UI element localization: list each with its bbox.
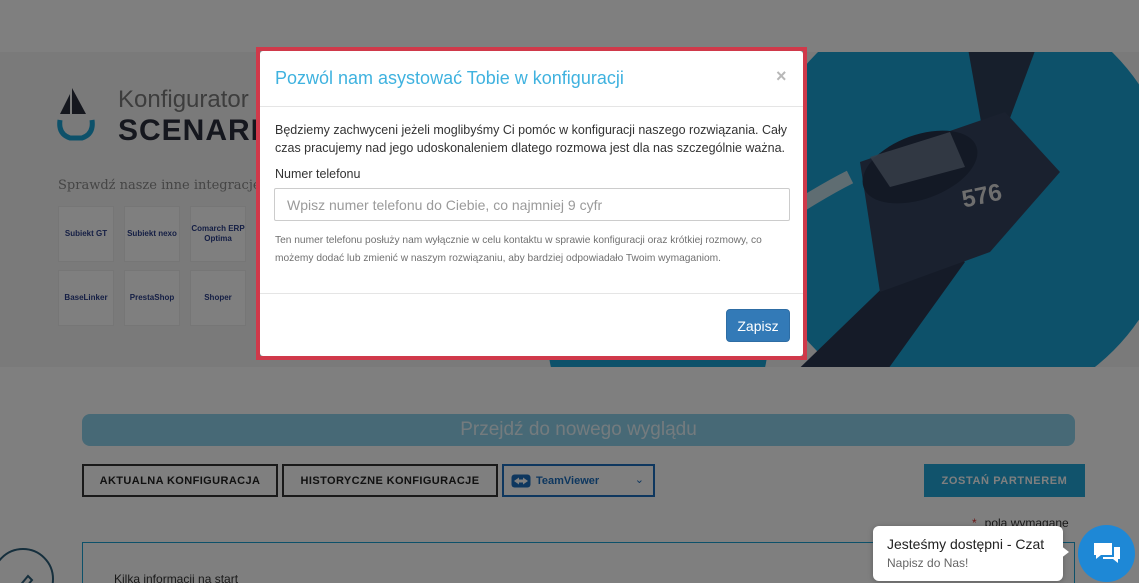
close-icon[interactable]: × bbox=[776, 66, 787, 87]
chat-bubble-tail bbox=[1060, 545, 1069, 559]
chat-subtitle: Napisz do Nas! bbox=[887, 556, 969, 570]
modal-description: Będziemy zachwyceni jeżeli moglibyśmy Ci… bbox=[275, 123, 788, 155]
chat-prompt[interactable]: Jesteśmy dostępni - Czat Napisz do Nas! bbox=[873, 526, 1063, 581]
phone-input[interactable] bbox=[274, 188, 790, 221]
save-button[interactable]: Zapisz bbox=[726, 309, 790, 342]
chat-open-button[interactable] bbox=[1078, 525, 1135, 582]
chat-title: Jesteśmy dostępni - Czat bbox=[887, 536, 1045, 552]
chat-icon bbox=[1093, 542, 1120, 563]
modal-footer: Zapisz bbox=[260, 293, 803, 356]
modal-header: Pozwól nam asystować Tobie w konfiguracj… bbox=[260, 51, 803, 107]
assist-modal: Pozwól nam asystować Tobie w konfiguracj… bbox=[260, 51, 803, 356]
phone-label: Numer telefonu bbox=[275, 167, 361, 181]
modal-title: Pozwól nam asystować Tobie w konfiguracj… bbox=[275, 68, 624, 88]
phone-help-text: Ten numer telefonu posłuży nam wyłącznie… bbox=[275, 235, 762, 264]
